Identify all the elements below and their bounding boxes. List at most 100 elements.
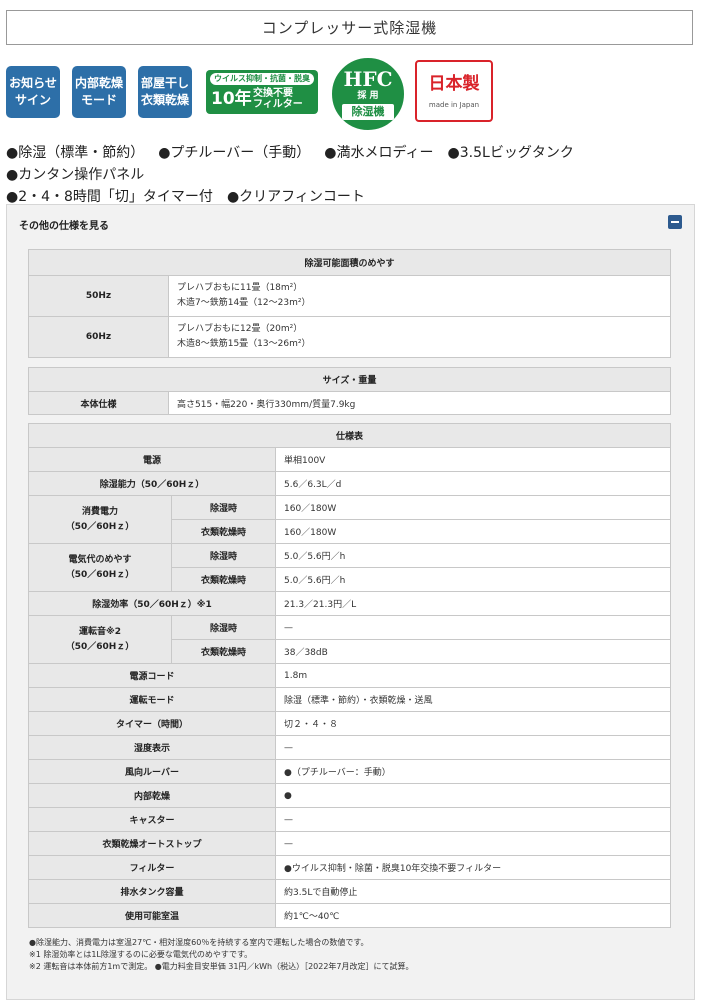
value-line: 木造7～鉄筋14畳（12～23m²） [177, 298, 311, 308]
table-header: 除湿可能面積のめやす [28, 249, 671, 276]
row-value: 約3.5Lで自動停止 [275, 879, 671, 904]
collapse-toggle-button[interactable] [668, 215, 682, 229]
table-row: 排水タンク容量 約3.5Lで自動停止 [28, 879, 671, 904]
internal-dry-badge: 内部乾燥 モード [72, 66, 126, 118]
row-value: ●ウイルス抑制・除菌・脱臭10年交換不要フィルター [275, 855, 671, 880]
table-row: 本体仕様 高さ515・幅220・奥行330mm/質量7.9kg [28, 391, 671, 415]
japan-sub: made in Japan [428, 101, 480, 109]
row-label: 衣類乾燥オートストップ [28, 831, 276, 856]
hfc-badge: HFC 採 用 除湿機 [332, 58, 404, 130]
row-value: 5.0／5.6円／h [275, 567, 671, 592]
row-value: 38／38dB [275, 639, 671, 664]
row-label: 風向ルーバー [28, 759, 276, 784]
row-value: — [275, 735, 671, 760]
table-row: 衣類乾燥オートストップ — [28, 831, 671, 856]
table-header: 仕様表 [28, 423, 671, 448]
dehumidify-area-table: 除湿可能面積のめやす 50Hz プレハブおもに11畳（18m²） 木造7～鉄筋1… [28, 249, 671, 358]
table-row: 60Hz プレハブおもに12畳（20m²） 木造8～鉄筋15畳（13～26m²） [28, 316, 671, 358]
spec-toggle-label[interactable]: その他の仕様を見る [19, 217, 109, 232]
table-row: 50Hz プレハブおもに11畳（18m²） 木造7～鉄筋14畳（12～23m²） [28, 275, 671, 317]
row-value: — [275, 615, 671, 640]
table-row: 電源コード 1.8m [28, 663, 671, 688]
feature-list: ●除湿（標準・節約） ●プチルーバー（手動） ●満水メロディー ●3.5Lビッグタンク… [6, 142, 696, 208]
row-value: 5.6／6.3L／d [275, 471, 671, 496]
row-label: 湿度表示 [28, 735, 276, 760]
value-line: 木造8～鉄筋15畳（13～26m²） [177, 339, 311, 349]
row-label: 運転音※2 （50／60Hｚ） [28, 615, 172, 664]
badge-line: 内部乾燥 [74, 76, 123, 90]
size-weight-table: サイズ・重量 本体仕様 高さ515・幅220・奥行330mm/質量7.9kg [28, 367, 671, 415]
row-label: 消費電力 （50／60Hｚ） [28, 495, 172, 544]
row-value: 21.3／21.3円／L [275, 591, 671, 616]
footnote: ※2 運転音は本体前方1mで測定。 ●電力料金目安単価 31円／kWh（税込）［… [29, 962, 414, 971]
badge-line: 部屋干し [140, 76, 189, 90]
table-row: 除湿能力（50／60Hｚ） 5.6／6.3L／d [28, 471, 671, 496]
table-row: フィルター ●ウイルス抑制・除菌・脱臭10年交換不要フィルター [28, 855, 671, 880]
feature-item: ●カンタン操作パネル [6, 167, 145, 183]
table-row: 電気代のめやす （50／60Hｚ） 除湿時 5.0／5.6円／h [28, 543, 671, 592]
sub-label: 衣類乾燥時 [171, 567, 276, 592]
made-in-japan-badge: 日本製 made in Japan [415, 60, 493, 122]
sub-label: 衣類乾燥時 [171, 639, 276, 664]
feature-item: ●除湿（標準・節約） [6, 145, 145, 161]
table-row: 消費電力 （50／60Hｚ） 除湿時 160／180W [28, 495, 671, 544]
table-header: サイズ・重量 [28, 367, 671, 392]
row-label: 内部乾燥 [28, 783, 276, 808]
row-value: ● [275, 783, 671, 808]
table-row: 運転音※2 （50／60Hｚ） 除湿時 — [28, 615, 671, 664]
footnotes: ●除湿能力、消費電力は室温27℃・相対湿度60％を持続する室内で運転した場合の数… [29, 937, 679, 973]
spec-panel: その他の仕様を見る 除湿可能面積のめやす 50Hz プレハブおもに11畳（18m… [6, 204, 695, 1000]
row-label: タイマー（時間） [28, 711, 276, 736]
row-value: — [275, 807, 671, 832]
table-row: 内部乾燥 ● [28, 783, 671, 808]
feature-badges: お知らせ サイン 内部乾燥 モード 部屋干し 衣類乾燥 ウイルス抑制・抗菌・脱臭… [6, 58, 696, 130]
feature-item: ●プチルーバー（手動） [158, 145, 311, 161]
table-row: 除湿効率（50／60Hｚ）※1 21.3／21.3円／L [28, 591, 671, 616]
feature-item: ●3.5Lビッグタンク [447, 145, 574, 161]
badge-line: 衣類乾燥 [140, 93, 189, 107]
table-row: キャスター — [28, 807, 671, 832]
indoor-dry-badge: 部屋干し 衣類乾燥 [138, 66, 192, 118]
badge-line: お知らせ [9, 76, 57, 90]
hfc-main: HFC [343, 67, 393, 91]
hfc-sub: 採 用 [357, 91, 379, 101]
feature-item: ●2・4・8時間「切」タイマー付 [6, 189, 213, 205]
footnote: ●除湿能力、消費電力は室温27℃・相対湿度60％を持続する室内で運転した場合の数… [29, 938, 369, 947]
label-line: 消費電力 [81, 506, 118, 517]
row-value: 160／180W [275, 519, 671, 544]
table-row: 湿度表示 — [28, 735, 671, 760]
row-value: 高さ515・幅220・奥行330mm/質量7.9kg [168, 391, 671, 415]
row-value: 除湿（標準・節約）・衣類乾燥・送風 [275, 687, 671, 712]
row-value: 1.8m [275, 663, 671, 688]
sub-label: 除湿時 [171, 615, 276, 640]
row-value: 単相100V [275, 447, 671, 472]
page-title: コンプレッサー式除湿機 [6, 10, 693, 45]
row-value: プレハブおもに12畳（20m²） 木造8～鉄筋15畳（13～26m²） [168, 316, 671, 358]
row-label: 電源 [28, 447, 276, 472]
table-row: タイマー（時間） 切２・４・８ [28, 711, 671, 736]
row-label: 電気代のめやす （50／60Hｚ） [28, 543, 172, 592]
filter-badge-line2: フィルター [253, 99, 303, 110]
row-value: 約1℃～40℃ [275, 903, 671, 928]
row-label: 除湿効率（50／60Hｚ）※1 [28, 591, 276, 616]
japan-main: 日本製 [428, 74, 480, 94]
row-value: 160／180W [275, 495, 671, 520]
row-value: ●（プチルーバー：手動） [275, 759, 671, 784]
value-line: プレハブおもに12畳（20m²） [177, 324, 303, 334]
row-value: 切２・４・８ [275, 711, 671, 736]
table-row: 使用可能室温 約1℃～40℃ [28, 903, 671, 928]
row-label: 除湿能力（50／60Hｚ） [28, 471, 276, 496]
row-value: — [275, 831, 671, 856]
row-label: 使用可能室温 [28, 903, 276, 928]
row-label: 50Hz [28, 275, 169, 317]
filter-badge-top: ウイルス抑制・抗菌・脱臭 [210, 73, 314, 85]
label-line: 運転音※2 [78, 626, 121, 637]
table-row: 風向ルーバー ●（プチルーバー：手動） [28, 759, 671, 784]
hfc-bottom: 除湿機 [342, 104, 394, 120]
notify-sign-badge: お知らせ サイン [6, 66, 60, 118]
label-line: 電気代のめやす [68, 554, 132, 565]
sub-label: 除湿時 [171, 543, 276, 568]
filter-badge-line1: 交換不要 [253, 88, 293, 99]
filter-badge-years: 10年 [211, 89, 252, 109]
label-line: （50／60Hｚ） [65, 641, 135, 652]
